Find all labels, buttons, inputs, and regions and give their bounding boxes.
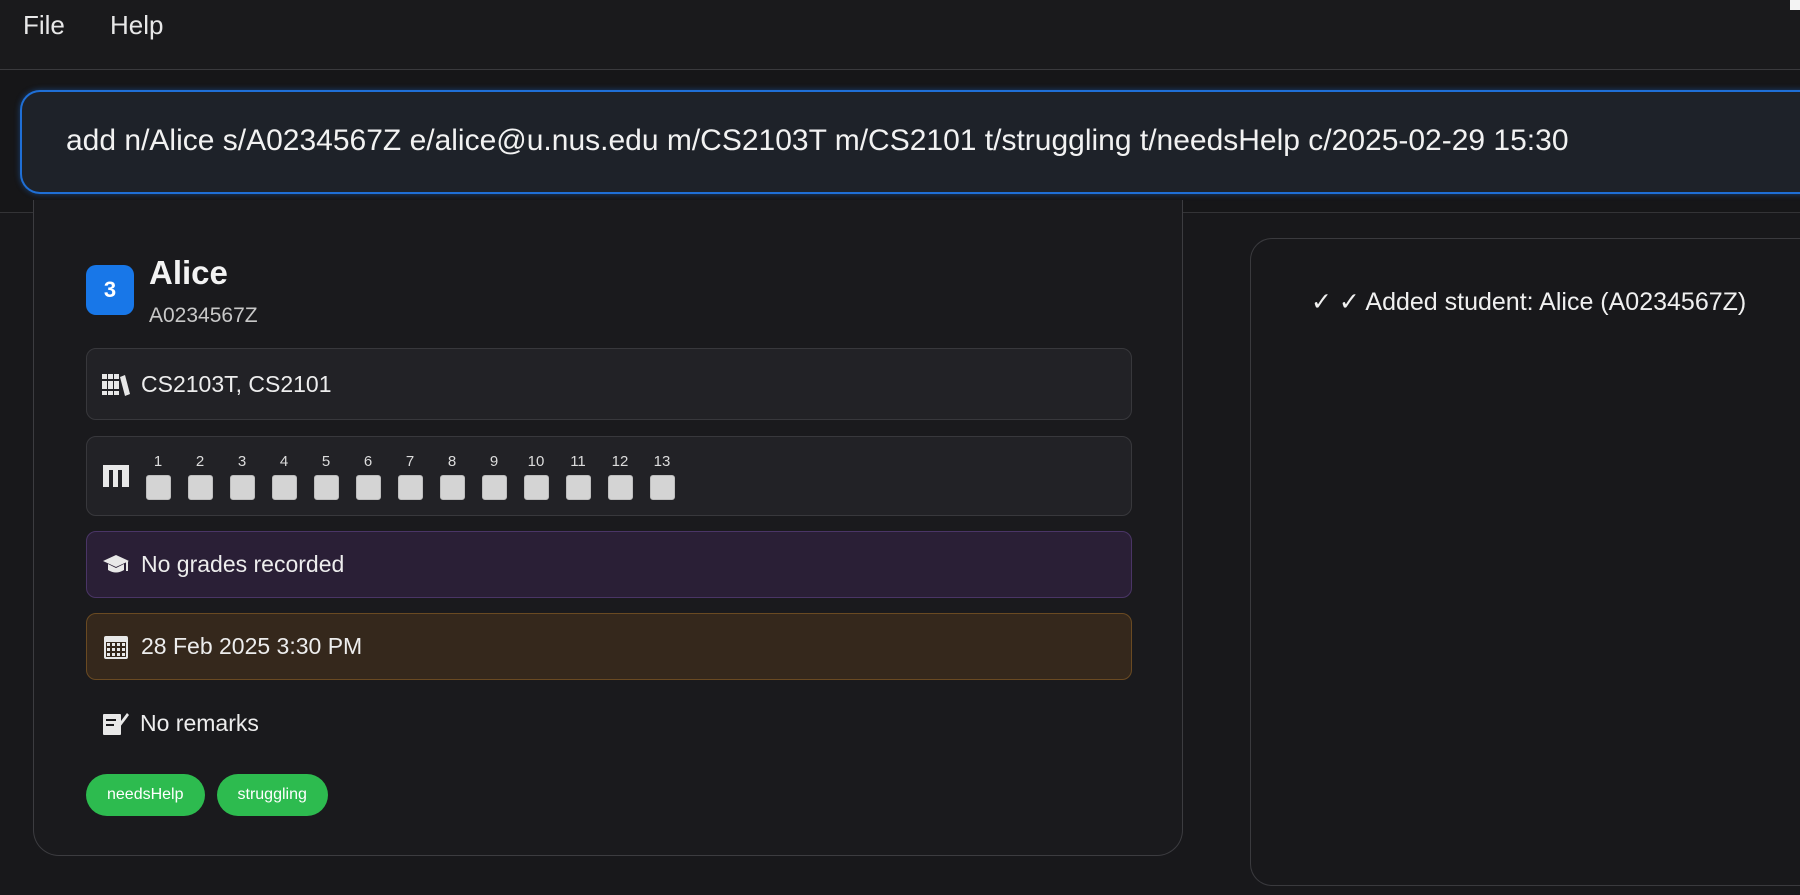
- modules-text: CS2103T, CS2101: [141, 370, 332, 397]
- week-number: 1: [153, 452, 163, 470]
- week-checkbox[interactable]: [649, 474, 675, 500]
- calendar-icon: [101, 632, 131, 662]
- week-item[interactable]: 3: [227, 453, 257, 500]
- attendance-row: 1 2 3 4 5 6 7 8 9 10 11 12 13: [86, 436, 1132, 516]
- week-number: 10: [527, 452, 545, 470]
- menu-bar: File Help: [0, 0, 1800, 70]
- tag-needshelp: needsHelp: [86, 774, 205, 816]
- week-number: 8: [447, 452, 457, 470]
- week-checkbox[interactable]: [523, 474, 549, 500]
- remarks-row: No remarks: [100, 708, 259, 738]
- week-number: 2: [195, 452, 205, 470]
- week-checkbox[interactable]: [439, 474, 465, 500]
- week-item[interactable]: 9: [479, 453, 509, 500]
- command-box[interactable]: [20, 90, 1800, 194]
- grades-row: No grades recorded: [86, 531, 1132, 598]
- result-message: ✓ ✓ Added student: Alice (A0234567Z): [1311, 288, 1747, 316]
- modules-row: CS2103T, CS2101: [86, 348, 1132, 420]
- student-name: Alice: [149, 254, 228, 291]
- week-number: 7: [405, 452, 415, 470]
- menu-help[interactable]: Help: [110, 10, 163, 41]
- remarks-text: No remarks: [140, 709, 259, 736]
- week-number: 5: [321, 452, 331, 470]
- tag-list: needsHelp struggling: [86, 774, 328, 816]
- week-checkbox[interactable]: [481, 474, 507, 500]
- menu-file[interactable]: File: [23, 10, 65, 41]
- week-number: 4: [279, 452, 289, 470]
- week-checkbox[interactable]: [229, 474, 255, 500]
- command-area: [0, 70, 1800, 213]
- week-item[interactable]: 4: [269, 453, 299, 500]
- student-card: 3 Alice A0234567Z CS2103T, CS2101 1 2 3 …: [33, 200, 1183, 856]
- week-checklist: 1 2 3 4 5 6 7 8 9 10 11 12 13: [143, 453, 677, 500]
- week-item[interactable]: 11: [563, 453, 593, 500]
- tag-struggling: struggling: [216, 774, 328, 816]
- week-item[interactable]: 2: [185, 453, 215, 500]
- grades-text: No grades recorded: [141, 551, 345, 577]
- index-badge: 3: [86, 265, 134, 315]
- week-checkbox[interactable]: [145, 474, 171, 500]
- week-number: 11: [570, 452, 586, 470]
- week-number: 9: [489, 452, 499, 470]
- attendance-icon: [101, 461, 131, 491]
- week-checkbox[interactable]: [313, 474, 339, 500]
- week-item[interactable]: 8: [437, 453, 467, 500]
- week-item[interactable]: 10: [521, 453, 551, 500]
- command-input[interactable]: [66, 124, 1786, 158]
- week-item[interactable]: 5: [311, 453, 341, 500]
- week-number: 12: [611, 452, 629, 470]
- graduation-cap-icon: [101, 550, 131, 580]
- consultation-row: 28 Feb 2025 3:30 PM: [86, 613, 1132, 680]
- week-item[interactable]: 1: [143, 453, 173, 500]
- week-checkbox[interactable]: [271, 474, 297, 500]
- student-id: A0234567Z: [149, 304, 258, 327]
- result-display: ✓ ✓ Added student: Alice (A0234567Z): [1250, 238, 1800, 886]
- week-checkbox[interactable]: [187, 474, 213, 500]
- week-number: 3: [237, 452, 247, 470]
- week-checkbox[interactable]: [397, 474, 423, 500]
- week-item[interactable]: 6: [353, 453, 383, 500]
- consultation-text: 28 Feb 2025 3:30 PM: [141, 633, 363, 659]
- week-number: 6: [363, 452, 373, 470]
- week-number: 13: [653, 452, 671, 470]
- books-icon: [101, 369, 131, 399]
- week-item[interactable]: 13: [647, 453, 677, 500]
- week-item[interactable]: 12: [605, 453, 635, 500]
- week-checkbox[interactable]: [607, 474, 633, 500]
- week-checkbox[interactable]: [355, 474, 381, 500]
- memo-icon: [100, 708, 130, 738]
- week-item[interactable]: 7: [395, 453, 425, 500]
- window-corner: [1790, 0, 1800, 10]
- week-checkbox[interactable]: [565, 474, 591, 500]
